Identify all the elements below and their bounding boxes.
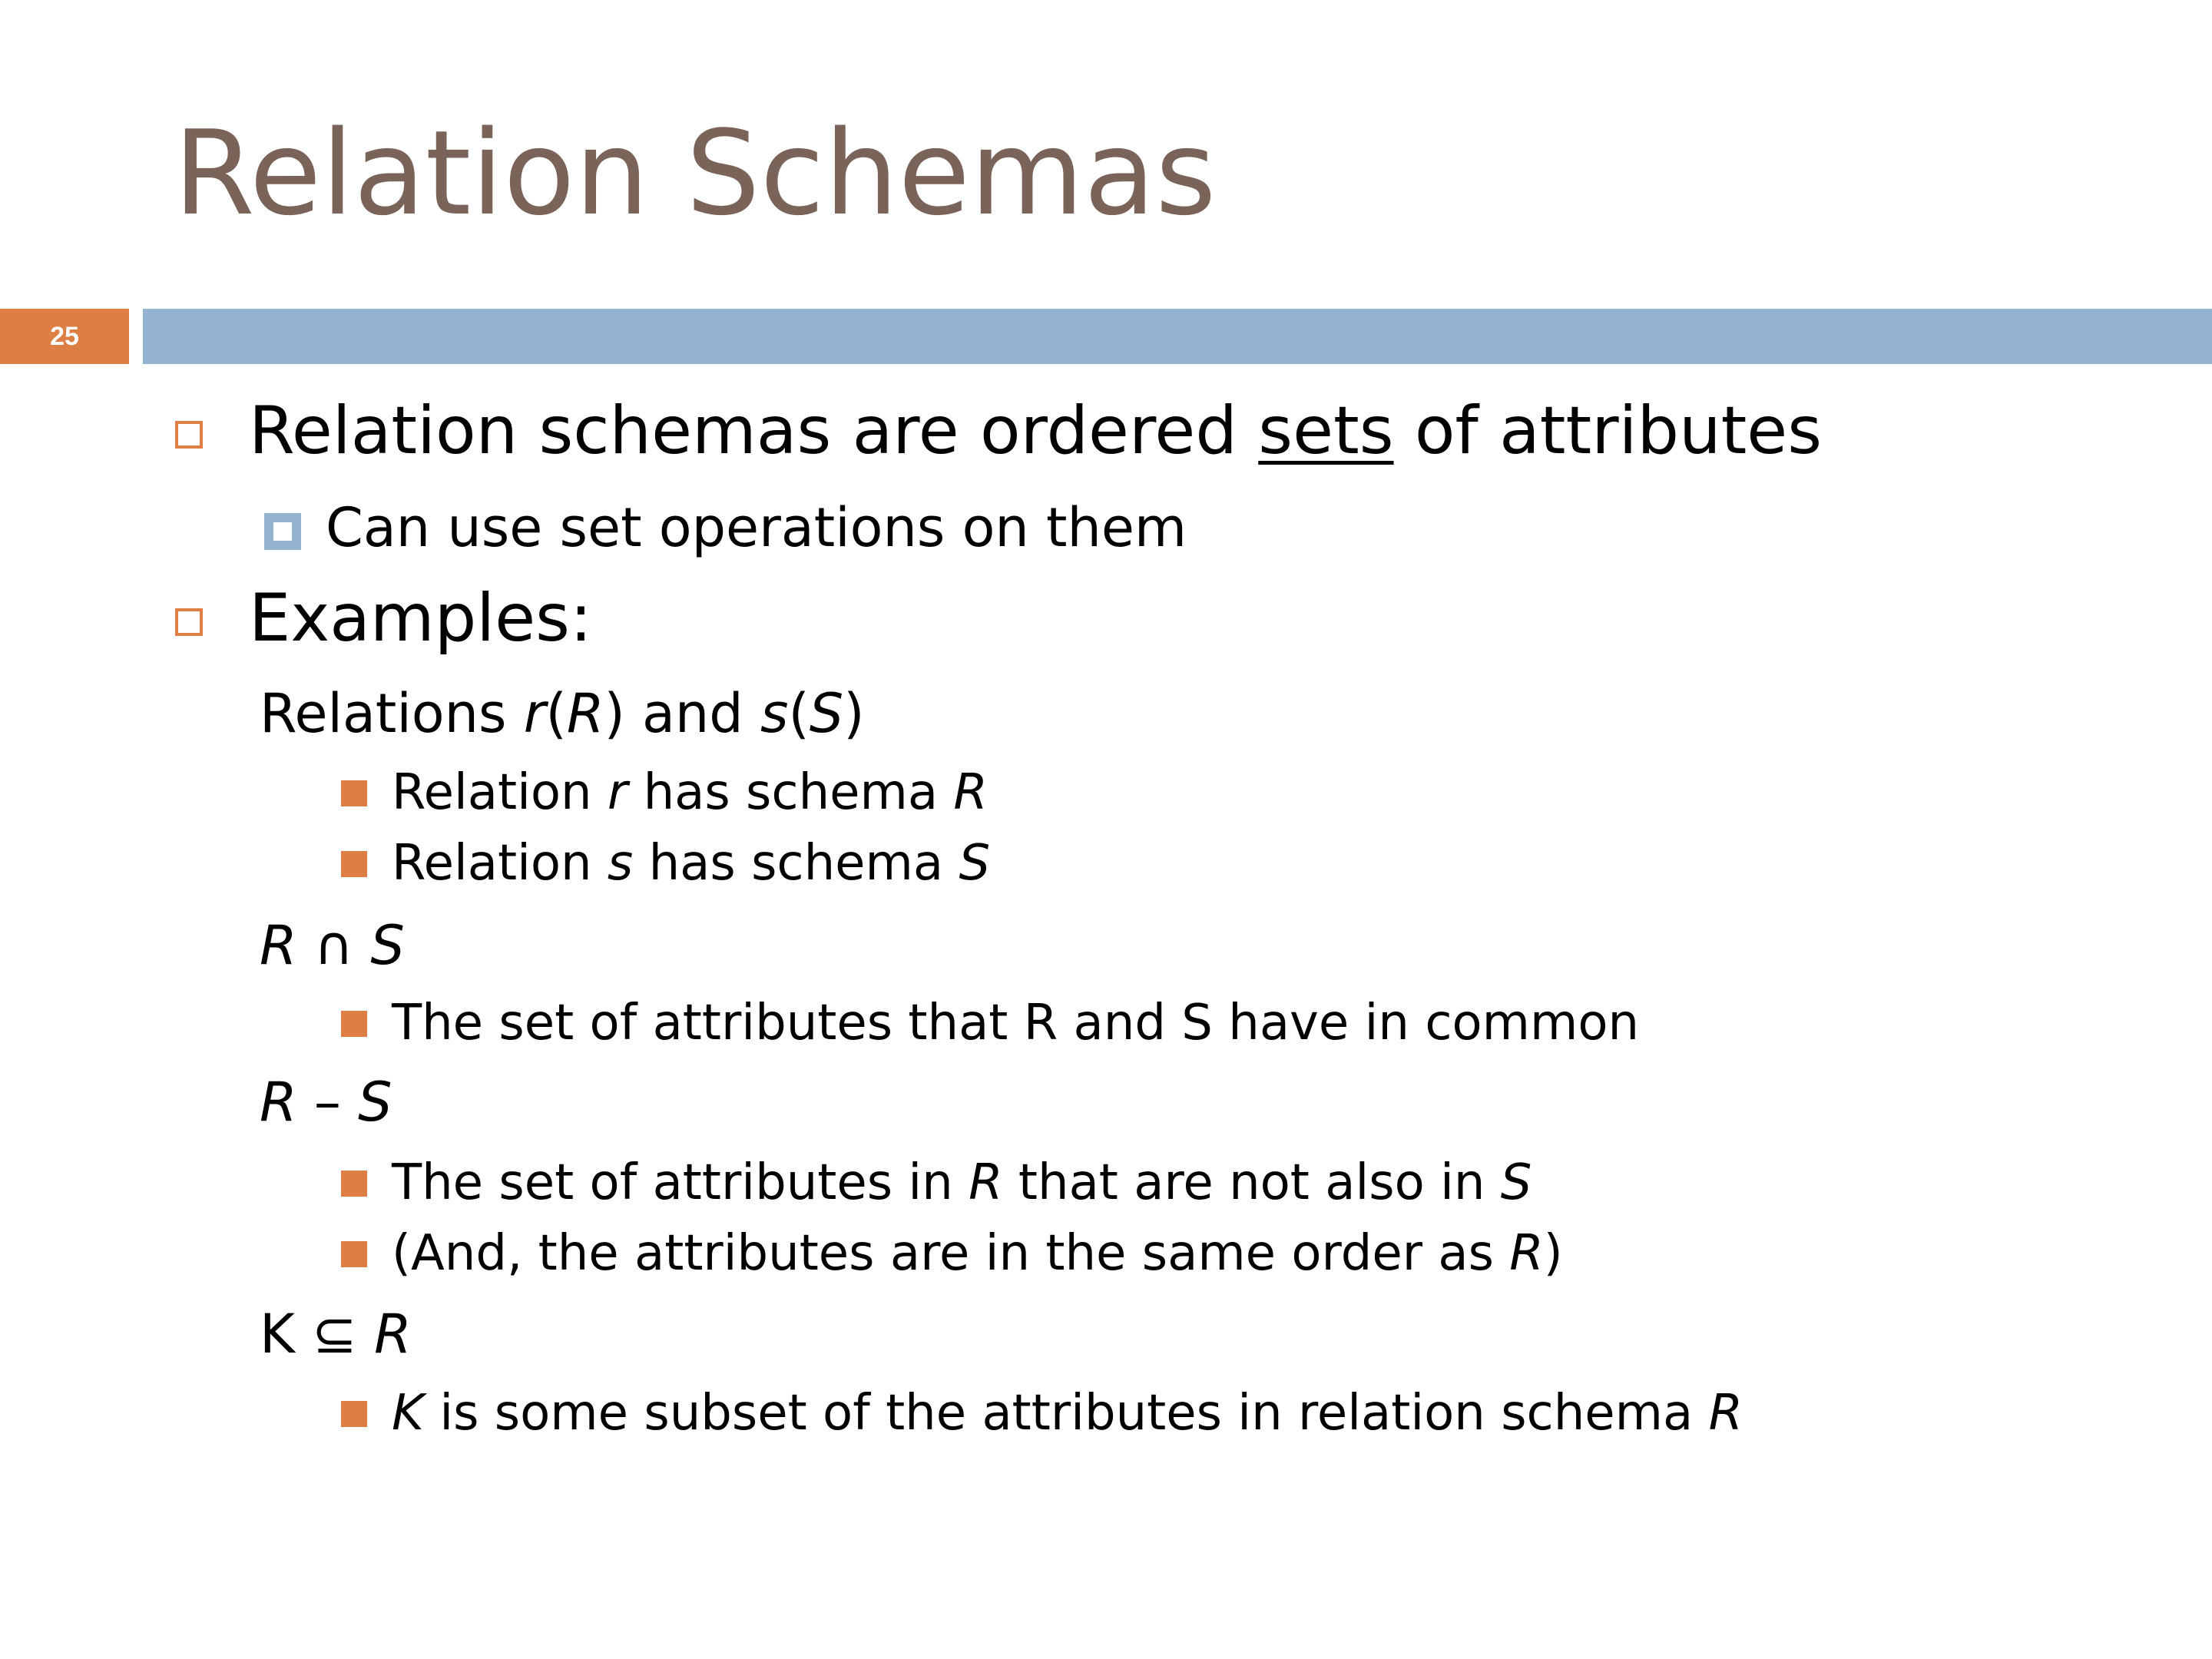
relations-line: Relations r(R) and s(S): [260, 682, 865, 745]
bullet-examples: Examples:: [249, 580, 592, 657]
difference-order-note: (And, the attributes are in the same ord…: [392, 1225, 1563, 1282]
square-bullet-icon: [341, 1011, 367, 1037]
bullet-ordered-sets: Relation schemas are ordered sets of att…: [249, 392, 1823, 469]
difference-description: The set of attributes in R that are not …: [392, 1154, 1532, 1211]
hollow-square-bullet-icon: [175, 608, 203, 636]
square-bullet-icon: [341, 1171, 367, 1197]
subset-description: K is some subset of the attributes in re…: [392, 1385, 1743, 1442]
subset-expression: K ⊆ R: [260, 1303, 412, 1366]
title-divider-bar: [143, 309, 2212, 364]
relation-s-schema: Relation s has schema S: [392, 835, 991, 892]
intersection-description: The set of attributes that R and S have …: [392, 995, 1640, 1051]
square-bullet-icon: [341, 1241, 367, 1267]
slide-title: Relation Schemas: [174, 105, 1217, 241]
hollow-square-bullet-icon: [175, 421, 203, 449]
intersection-expression: R ∩ S: [260, 914, 405, 977]
difference-expression: R – S: [260, 1071, 392, 1134]
square-bullet-icon: [264, 513, 301, 550]
relation-r-schema: Relation r has schema R: [392, 764, 988, 821]
square-bullet-icon: [341, 1401, 367, 1427]
slide-number: 25: [0, 309, 129, 364]
bullet-set-operations: Can use set operations on them: [326, 496, 1187, 559]
square-bullet-icon: [341, 780, 367, 806]
square-bullet-icon: [341, 851, 367, 877]
